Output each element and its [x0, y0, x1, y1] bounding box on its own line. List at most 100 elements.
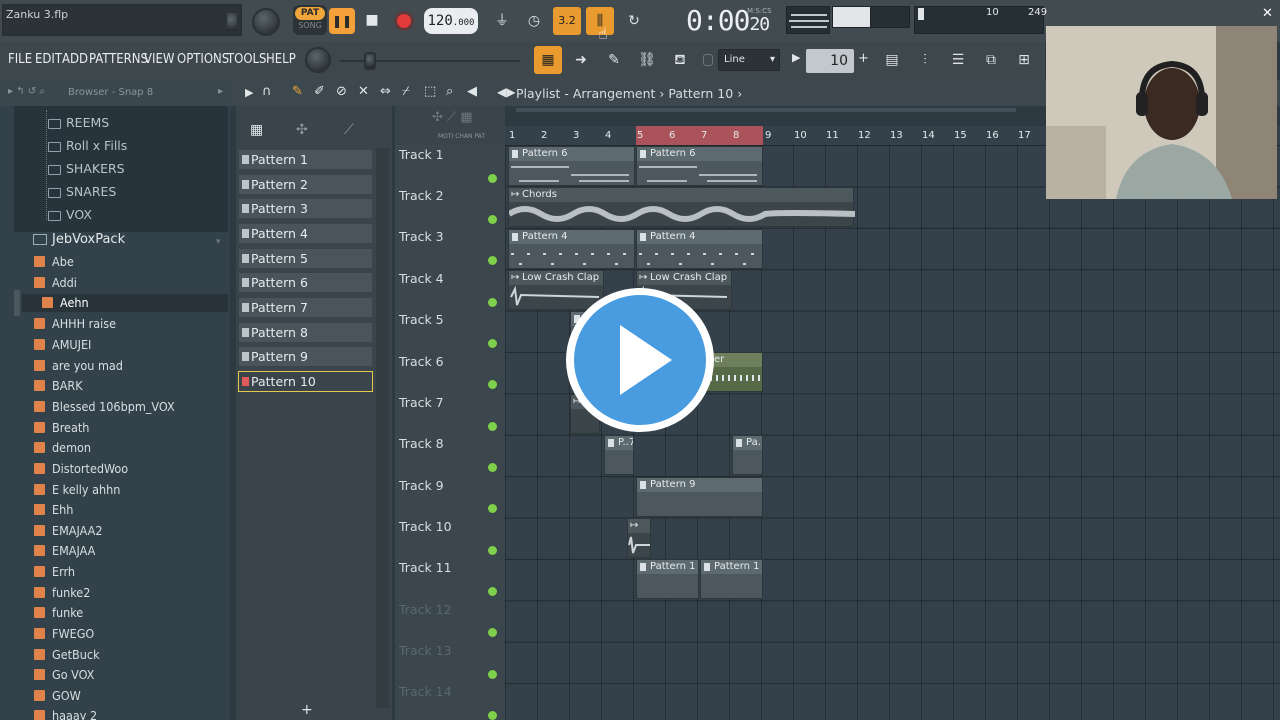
pattern-item[interactable]: Pattern 9 [238, 346, 373, 367]
track-label[interactable]: Track 5 [399, 312, 444, 327]
channel-rack-icon[interactable]: ☰ [944, 46, 972, 74]
pattern-clip[interactable]: Pattern 1 [700, 559, 763, 599]
folder-vox[interactable]: VOX [66, 207, 92, 222]
file-item[interactable]: Abe [34, 254, 74, 274]
pen-icon[interactable]: ✎ [600, 46, 628, 74]
pattern-item[interactable]: Pattern 1 [238, 149, 373, 170]
automation-view-icon[interactable]: ⟋ [344, 122, 354, 138]
pattern-item[interactable]: Pattern 8 [238, 322, 373, 343]
tempo-display[interactable]: 120.000 [424, 8, 478, 34]
window-menu-icon[interactable]: ◀▶ [497, 85, 515, 99]
slice-tool-icon[interactable]: ⌿ [402, 84, 410, 99]
master-pitch-knob[interactable] [305, 47, 331, 73]
output-slider[interactable] [225, 11, 239, 33]
audio-clip[interactable]: ↦ [627, 518, 651, 558]
track-label[interactable]: Track 13 [399, 643, 452, 658]
file-item[interactable]: AHHH raise [34, 316, 116, 336]
pattern-clip[interactable]: Pa.. [732, 435, 763, 475]
file-item[interactable]: funke [34, 605, 83, 625]
arrow-right-icon[interactable]: ➜ [567, 46, 595, 74]
draw-tool-icon[interactable]: ✎ [292, 84, 303, 99]
pattern-clip[interactable]: P..7 [604, 435, 634, 475]
track-label[interactable]: Track 11 [399, 560, 452, 575]
step-edit-button[interactable]: 3.2 [553, 7, 581, 35]
playlist-options-icon[interactable]: ▶ [245, 86, 253, 99]
mute-tool-icon[interactable]: ✕ [358, 84, 369, 99]
loop-record-icon[interactable]: ↻ [620, 7, 648, 35]
playlist-window-icon[interactable]: ▤ [878, 46, 906, 74]
folder-reems[interactable]: REEMS [66, 115, 109, 130]
folder-roll-fills[interactable]: Roll x Fills [66, 138, 127, 153]
magnet-icon[interactable]: ∩ [262, 84, 272, 99]
file-item[interactable]: E kelly ahhn [34, 482, 120, 502]
pattern-scrollbar[interactable] [376, 148, 389, 708]
file-item[interactable]: Addi [34, 275, 77, 295]
file-item[interactable]: haaay 2 [34, 708, 97, 720]
track-label[interactable]: Track 3 [399, 229, 444, 244]
audio-view-icon[interactable]: ✣ [296, 122, 308, 138]
select-tool-icon[interactable]: ⬚ [424, 84, 436, 99]
file-item[interactable]: FWEGO [34, 626, 94, 646]
pattern-item[interactable]: Pattern 3 [238, 198, 373, 219]
delete-tool-icon[interactable]: ⊘ [336, 84, 347, 99]
hint-slider-handle[interactable] [364, 52, 376, 70]
pattern-item[interactable]: Pattern 7 [238, 297, 373, 318]
audio-clip[interactable]: ↦ Chords [507, 187, 856, 227]
collapse-icon[interactable]: ▾ [216, 237, 221, 247]
close-icon[interactable]: ✕ [1262, 6, 1273, 21]
track-label[interactable]: Track 8 [399, 436, 444, 451]
paint-tool-icon[interactable]: ✐ [314, 84, 325, 99]
track-mute-led[interactable] [488, 670, 497, 679]
file-item-selected[interactable]: Aehn [42, 295, 89, 315]
play-button[interactable]: ❚❚ [329, 8, 355, 34]
track-mute-led[interactable] [488, 380, 497, 389]
pat-mode-button[interactable]: PAT [295, 7, 325, 20]
track-mute-led[interactable] [488, 256, 497, 265]
file-item[interactable]: funke2 [34, 585, 90, 605]
track-label[interactable]: Track 6 [399, 354, 444, 369]
add-pattern-icon[interactable]: + [301, 702, 313, 718]
master-volume-knob[interactable] [252, 8, 280, 36]
piano-roll-window-icon[interactable]: ⫶ [911, 46, 939, 74]
track-label[interactable]: Track 10 [399, 519, 452, 534]
track-zoom-icons[interactable]: ✣ ⟋ ▦ [432, 110, 473, 125]
file-item[interactable]: Ehh [34, 502, 73, 522]
folder-shakers[interactable]: SHAKERS [66, 161, 125, 176]
menu-help[interactable]: HELP [266, 52, 296, 67]
mixer-icon[interactable]: ⧉ [977, 46, 1005, 74]
browser-nav-icons[interactable]: ▸ ↰ ↺ ⌕ [8, 86, 45, 97]
menu-patterns[interactable]: PATTERNS [89, 52, 148, 67]
loop-region[interactable] [636, 126, 763, 145]
lock-icon[interactable] [703, 54, 713, 66]
slip-tool-icon[interactable]: ⇔ [380, 84, 391, 99]
file-item[interactable]: are you mad [34, 358, 123, 378]
menu-add[interactable]: ADD [62, 52, 88, 67]
link-icon[interactable]: ⛓ [633, 46, 661, 74]
menu-tools[interactable]: TOOLS [227, 52, 267, 67]
folder-snares[interactable]: SNARES [66, 184, 116, 199]
track-mute-led[interactable] [488, 422, 497, 431]
file-item[interactable]: DistortedWoo [34, 461, 128, 481]
step-next-icon[interactable]: + [858, 51, 869, 66]
file-item[interactable]: EMAJAA [34, 543, 95, 563]
file-item[interactable]: GOW [34, 688, 81, 708]
plugin-picker-icon[interactable]: ⊞ [1010, 46, 1038, 74]
track-mute-led[interactable] [488, 174, 497, 183]
track-mute-led[interactable] [488, 546, 497, 555]
file-item[interactable]: Breath [34, 420, 89, 440]
file-item[interactable]: Go VOX [34, 667, 94, 687]
pattern-view-icon[interactable]: ▦ [250, 122, 263, 138]
audio-clip[interactable]: ↦ Low Crash Clap [508, 270, 604, 310]
track-label[interactable]: Track 9 [399, 478, 444, 493]
menu-file[interactable]: FILE [8, 52, 32, 67]
play-icon[interactable] [620, 325, 672, 395]
song-mode-button[interactable]: SONG [295, 21, 325, 33]
file-item[interactable]: demon [34, 440, 91, 460]
track-mute-led[interactable] [488, 298, 497, 307]
browser-menu-icon[interactable]: ▸ [218, 86, 223, 97]
pattern-item[interactable]: Pattern 4 [238, 223, 373, 244]
file-item[interactable]: Errh [34, 564, 75, 584]
track-mute-led[interactable] [488, 711, 497, 720]
file-item[interactable]: GetBuck [34, 647, 100, 667]
metronome-icon[interactable]: ⏚ [488, 7, 516, 35]
